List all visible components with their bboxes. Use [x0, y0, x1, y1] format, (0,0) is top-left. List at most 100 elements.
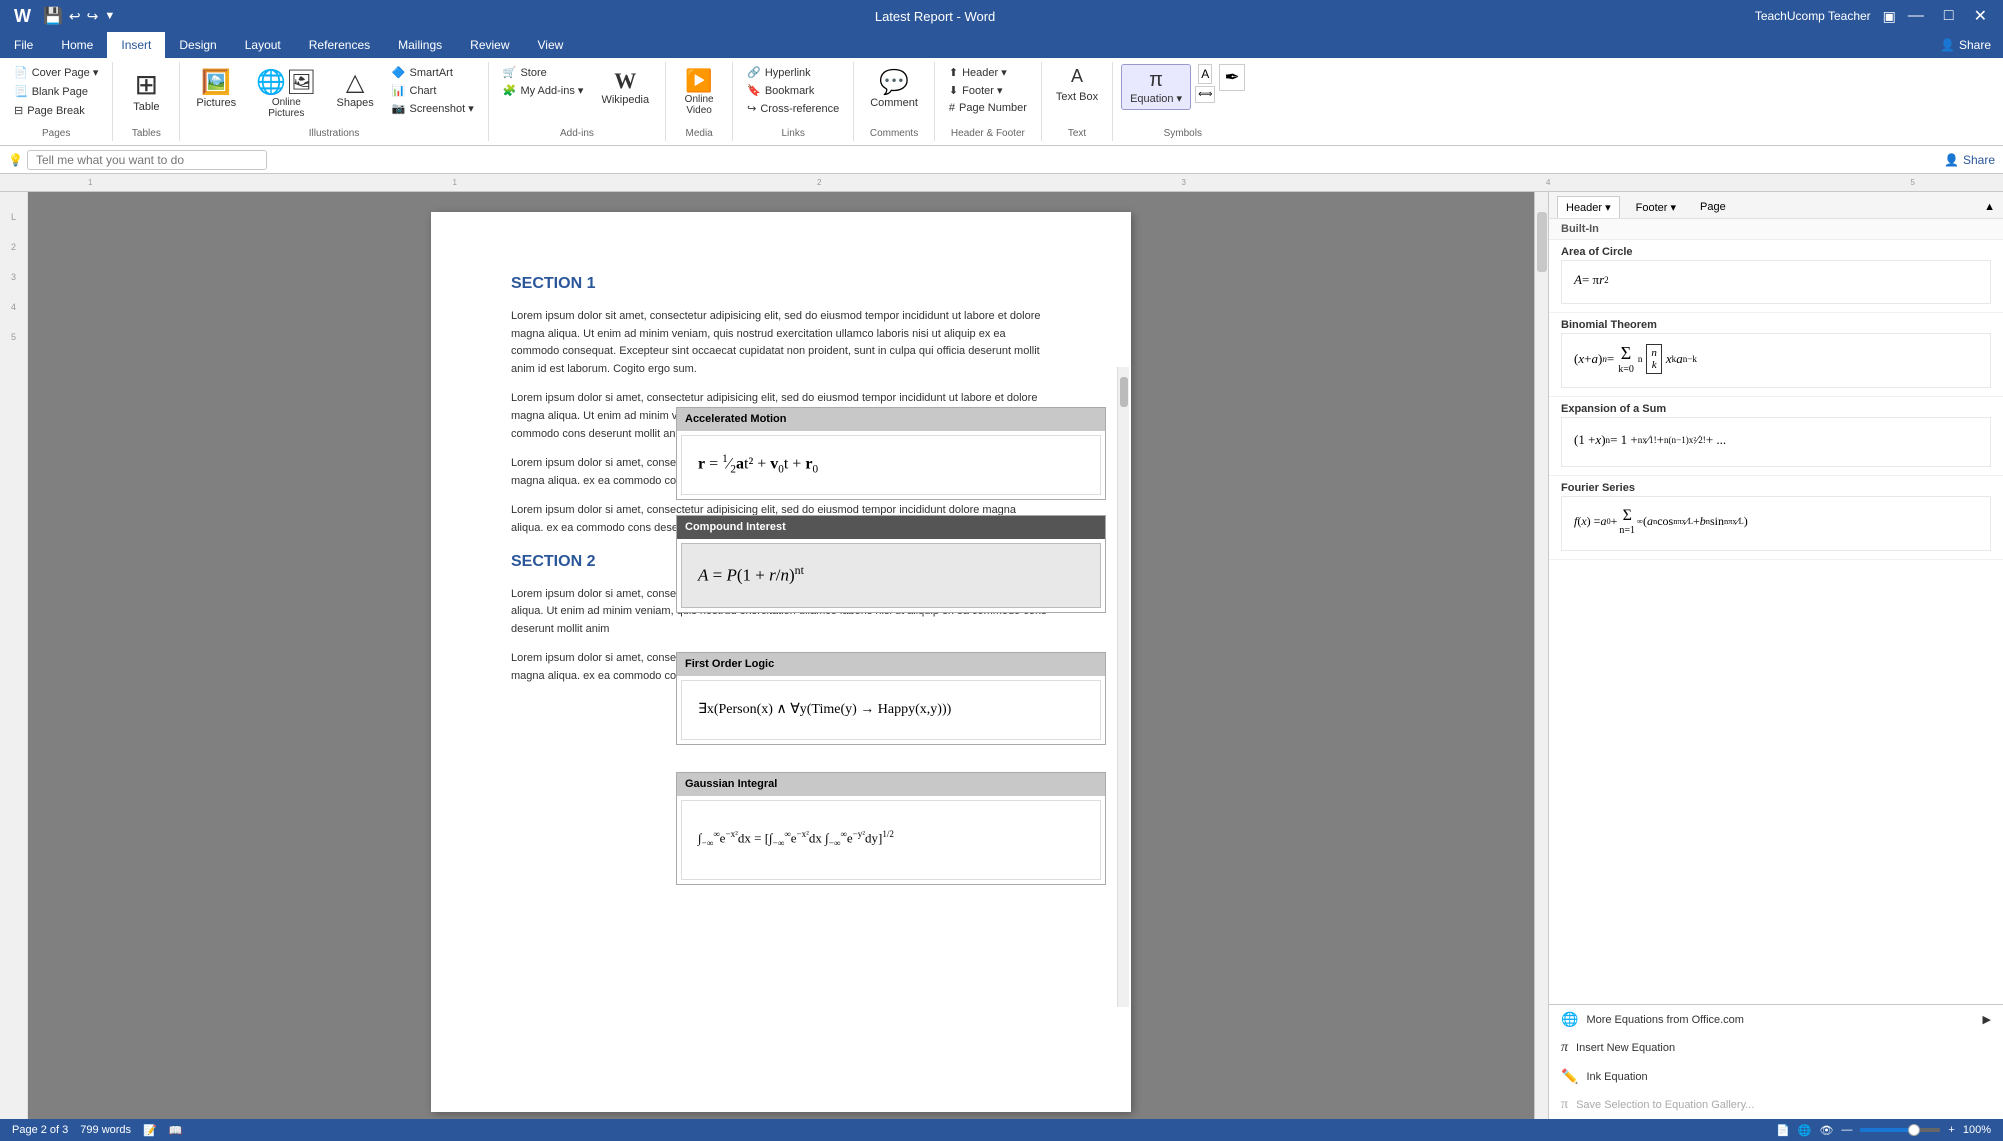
cover-page-btn[interactable]: 📄 Cover Page ▾: [8, 64, 104, 81]
zoom-out-btn[interactable]: —: [1841, 1124, 1852, 1136]
ink-eq-icon: ✏️: [1561, 1068, 1578, 1085]
tab-design[interactable]: Design: [165, 32, 230, 58]
text-box-btn[interactable]: A Text Box: [1050, 64, 1104, 105]
wikipedia-btn[interactable]: W Wikipedia: [593, 64, 657, 110]
ribbon-group-tables: ⊞ Table Tables: [113, 62, 180, 141]
undo-btn[interactable]: ↩: [69, 8, 81, 25]
share-btn2[interactable]: 👤 Share: [1944, 153, 1995, 167]
tab-file[interactable]: File: [0, 32, 47, 58]
pictures-btn[interactable]: 🖼️ Pictures: [188, 64, 244, 113]
chart-icon: 📊: [392, 84, 406, 97]
online-video-icon: ▶️: [685, 68, 712, 94]
footer-tab[interactable]: Footer ▾: [1628, 197, 1684, 218]
wikipedia-label: Wikipedia: [601, 94, 649, 106]
more-equations-btn[interactable]: 🌐 More Equations from Office.com ▶: [1549, 1005, 2003, 1034]
first-order-logic-panel: First Order Logic ∃x(Person(x) ∧ ∀y(Time…: [676, 652, 1106, 745]
insert-new-equation-btn[interactable]: π Insert New Equation: [1549, 1034, 2003, 1062]
eq-binomial-formula: (x + a)n = Σ k=0 n n k xkan−k: [1561, 333, 1991, 388]
tab-mailings[interactable]: Mailings: [384, 32, 456, 58]
ribbon-group-text: A Text Box Text: [1042, 62, 1113, 141]
eq-area-of-circle[interactable]: Area of Circle A = πr2: [1549, 240, 2003, 313]
ribbon-group-header-footer: ⬆ Header ▾ ⬇ Footer ▾ # Page Number Head…: [935, 62, 1042, 141]
doc-vscrollbar-thumb[interactable]: [1537, 212, 1547, 272]
equation-gallery-scroll[interactable]: Area of Circle A = πr2 Binomial Theorem …: [1549, 240, 2003, 1004]
screenshot-label: Screenshot ▾: [410, 102, 474, 115]
eq-format-btn1[interactable]: A: [1198, 64, 1212, 84]
read-mode-icon[interactable]: 📖: [169, 1124, 183, 1137]
tab-insert[interactable]: Insert: [107, 32, 165, 58]
zoom-in-btn[interactable]: +: [1948, 1124, 1954, 1136]
cross-reference-label: Cross-reference: [760, 103, 839, 115]
title-bar: W 💾 ↩ ↪ ▼ Latest Report - Word TeachUcom…: [0, 0, 2003, 32]
ribbon-group-comments: 💬 Comment Comments: [854, 62, 935, 141]
compound-interest-panel: Compound Interest A = P(1 + r/n)nt: [676, 515, 1106, 613]
bookmark-btn[interactable]: 🔖 Bookmark: [741, 82, 845, 99]
ribbon-tabs: File Home Insert Design Layout Reference…: [0, 32, 2003, 58]
ink-equation-btn2[interactable]: ✏️ Ink Equation: [1549, 1062, 2003, 1091]
pages-buttons: 📄 Cover Page ▾ 📃 Blank Page ⊟ Page Break: [8, 64, 104, 126]
cross-reference-btn[interactable]: ↪ Cross-reference: [741, 100, 845, 117]
zoom-level[interactable]: 100%: [1963, 1124, 1991, 1136]
ribbon-group-illustrations: 🖼️ Pictures 🌐🖼 OnlinePictures △ Shapes 🔷…: [180, 62, 488, 141]
view-web-icon[interactable]: 🌐: [1798, 1124, 1812, 1137]
screenshot-btn[interactable]: 📷 Screenshot ▾: [386, 100, 480, 117]
tab-review[interactable]: Review: [456, 32, 523, 58]
page-break-btn[interactable]: ⊟ Page Break: [8, 102, 104, 119]
eq-fourier-series[interactable]: Fourier Series f(x) = a0 + Σ n=1 ∞ (anco…: [1549, 476, 2003, 560]
equation-btn[interactable]: π Equation ▾: [1121, 64, 1191, 110]
comment-icon: 💬: [879, 68, 909, 97]
table-btn[interactable]: ⊞ Table: [121, 64, 171, 117]
my-addins-label: My Add-ins ▾: [520, 84, 583, 97]
header-btn[interactable]: ⬆ Header ▾: [943, 64, 1033, 81]
shapes-btn[interactable]: △ Shapes: [328, 64, 381, 113]
ink-equation-btn[interactable]: ✒: [1219, 64, 1244, 91]
accelerated-motion-panel: Accelerated Motion r = 1⁄2at² + v0t + r0: [676, 407, 1106, 500]
eq-format-btn2[interactable]: ⟺: [1195, 86, 1215, 103]
pages-group-label: Pages: [42, 128, 70, 139]
layout-icon[interactable]: ▣: [1883, 8, 1896, 25]
title-bar-left: W 💾 ↩ ↪ ▼: [8, 4, 115, 29]
minimize-btn[interactable]: —: [1900, 5, 1932, 27]
redo-btn[interactable]: ↪: [87, 8, 99, 25]
panel-scrollbar-thumb[interactable]: [1120, 377, 1128, 407]
online-pictures-btn[interactable]: 🌐🖼 OnlinePictures: [248, 64, 324, 123]
share-btn[interactable]: 👤 Share: [1928, 32, 2003, 58]
comment-btn[interactable]: 💬 Comment: [862, 64, 926, 113]
read-mode-btn[interactable]: 👁: [1819, 1124, 1833, 1137]
panel-scrollbar-up[interactable]: ▲: [1984, 201, 1995, 213]
hyperlink-btn[interactable]: 🔗 Hyperlink: [741, 64, 845, 81]
tab-references[interactable]: References: [295, 32, 384, 58]
footer-icon: ⬇: [949, 84, 958, 97]
doc-vscrollbar[interactable]: [1534, 192, 1548, 1119]
chart-btn[interactable]: 📊 Chart: [386, 82, 480, 99]
word-icon: W: [8, 4, 37, 29]
eq-binomial-theorem[interactable]: Binomial Theorem (x + a)n = Σ k=0 n n k …: [1549, 313, 2003, 397]
header-tab[interactable]: Header ▾: [1557, 196, 1620, 218]
smartart-btn[interactable]: 🔷 SmartArt: [386, 64, 480, 81]
view-print-icon[interactable]: 📄: [1776, 1124, 1790, 1137]
tab-layout[interactable]: Layout: [231, 32, 295, 58]
quick-access-more[interactable]: ▼: [104, 10, 115, 22]
eq-expansion-sum[interactable]: Expansion of a Sum (1 + x)n = 1 + nx⁄1! …: [1549, 397, 2003, 476]
proofing-icon[interactable]: 📝: [143, 1124, 157, 1137]
blank-page-btn[interactable]: 📃 Blank Page: [8, 83, 104, 100]
close-btn[interactable]: ✕: [1966, 4, 1995, 28]
screenshot-icon: 📷: [392, 102, 406, 115]
panel-scrollbar[interactable]: [1117, 367, 1129, 1007]
status-bar: Page 2 of 3 799 words 📝 📖 📄 🌐 👁 — + 100%: [0, 1119, 2003, 1141]
page-number-btn[interactable]: # Page Number: [943, 100, 1033, 116]
accel-motion-header: Accelerated Motion: [677, 408, 1105, 431]
maximize-btn[interactable]: □: [1936, 5, 1962, 27]
zoom-slider[interactable]: [1860, 1128, 1940, 1132]
store-btn[interactable]: 🛒 Store: [497, 64, 590, 81]
ribbon-group-pages: 📄 Cover Page ▾ 📃 Blank Page ⊟ Page Break…: [0, 62, 113, 141]
tab-home[interactable]: Home: [47, 32, 107, 58]
footer-btn[interactable]: ⬇ Footer ▾: [943, 82, 1033, 99]
online-video-btn[interactable]: ▶️ OnlineVideo: [674, 64, 724, 120]
page-number-tab[interactable]: Page: [1692, 197, 1734, 217]
eq-binomial-label: Binomial Theorem: [1549, 313, 2003, 333]
my-addins-btn[interactable]: 🧩 My Add-ins ▾: [497, 82, 590, 99]
save-btn[interactable]: 💾: [43, 6, 63, 26]
tab-view[interactable]: View: [524, 32, 578, 58]
tell-me-input[interactable]: [27, 150, 267, 170]
